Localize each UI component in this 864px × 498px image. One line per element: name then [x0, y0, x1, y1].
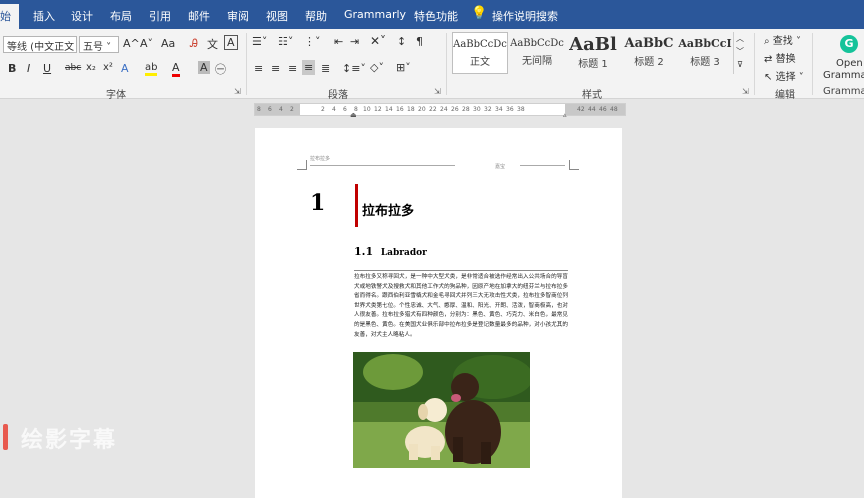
- increase-indent-icon[interactable]: ⇥: [350, 35, 359, 48]
- font-size-select[interactable]: 五号 ˅: [79, 36, 119, 53]
- bold-button[interactable]: B: [8, 62, 16, 75]
- change-case-button[interactable]: Aa: [161, 37, 175, 50]
- search-icon: ⌕: [764, 36, 770, 47]
- tab-mailings[interactable]: 邮件: [188, 8, 210, 24]
- enclose-characters-button[interactable]: ㊀: [215, 61, 226, 77]
- header-right-text: 嘉宝: [495, 164, 506, 170]
- tab-special-features[interactable]: 特色功能: [414, 8, 458, 24]
- select-button[interactable]: ↖ 选择 ˅: [764, 68, 804, 83]
- tab-layout[interactable]: 布局: [110, 8, 132, 24]
- align-center-icon[interactable]: ≡: [271, 62, 280, 75]
- styles-dialog-launcher-icon[interactable]: ⇲: [742, 87, 749, 96]
- tab-help[interactable]: 帮助: [305, 8, 327, 24]
- grammarly-group-label: Grammarly: [823, 86, 864, 97]
- font-name-select[interactable]: 等线 (中文正文: [3, 36, 77, 53]
- grow-font-button[interactable]: A^: [123, 37, 140, 50]
- style-no-spacing[interactable]: AaBbCcDc 无间隔: [509, 32, 565, 74]
- justify-icon[interactable]: ≡: [302, 60, 316, 75]
- show-marks-icon[interactable]: ¶: [416, 35, 423, 48]
- chapter-number: 1: [310, 190, 326, 216]
- watermark-text: 绘影字幕: [21, 428, 118, 453]
- style-normal[interactable]: AaBbCcDc 正文: [452, 32, 508, 74]
- grammarly-icon[interactable]: G: [840, 35, 858, 53]
- indent-marker-icon[interactable]: ⏏: [350, 111, 357, 119]
- tab-grammarly[interactable]: Grammarly: [344, 8, 406, 21]
- group-divider: [754, 33, 755, 95]
- style-heading-3[interactable]: AaBbCcI 标题 3: [677, 32, 733, 74]
- header-rule: [310, 165, 455, 166]
- tab-view[interactable]: 视图: [266, 8, 288, 24]
- group-divider: [246, 33, 247, 95]
- header-left-text: 拉布拉多: [310, 156, 331, 162]
- character-shading-button[interactable]: A: [198, 61, 210, 74]
- decrease-indent-icon[interactable]: ⇤: [334, 35, 343, 48]
- align-right-icon[interactable]: ≡: [288, 62, 297, 75]
- character-border-button[interactable]: A: [224, 35, 238, 50]
- margin-corner-mark: [569, 160, 579, 170]
- bullets-icon[interactable]: ☰˅: [252, 35, 267, 48]
- sort-icon[interactable]: ↕: [397, 35, 406, 48]
- editing-group-label: 编辑: [775, 90, 795, 101]
- margin-corner-mark: [297, 160, 307, 170]
- font-color-button[interactable]: A: [172, 61, 180, 77]
- chapter-title: 拉布拉多: [362, 204, 415, 219]
- strikethrough-button[interactable]: abc: [65, 63, 81, 73]
- horizontal-ruler[interactable]: 8 6 4 2 2 4 6 8 10 12 14 16 18 20 22 24 …: [254, 103, 626, 119]
- superscript-button[interactable]: x²: [103, 62, 113, 73]
- grammarly-open-label[interactable]: Open: [836, 58, 863, 69]
- numbering-icon[interactable]: ☷˅: [278, 35, 293, 48]
- borders-icon[interactable]: ⊞˅: [396, 61, 411, 74]
- section-heading: 1.1 Labrador: [354, 245, 427, 258]
- watermark-bar: [3, 424, 8, 450]
- grammarly-name-label: Grammarly: [823, 70, 864, 81]
- tab-home[interactable]: 始: [0, 4, 19, 29]
- styles-group-label: 样式: [582, 90, 602, 101]
- highlight-color-button[interactable]: ab: [145, 62, 158, 76]
- replace-icon: ⇄: [764, 54, 773, 65]
- group-divider: [446, 33, 447, 95]
- labrador-photo: [353, 352, 530, 468]
- paragraph-dialog-launcher-icon[interactable]: ⇲: [434, 87, 441, 96]
- lightbulb-icon: 💡: [471, 6, 488, 21]
- shrink-font-button[interactable]: A˅: [140, 37, 153, 50]
- find-button[interactable]: ⌕ 查找 ˅: [764, 32, 801, 47]
- ribbon: 等线 (中文正文 五号 ˅ A^ A˅ Aa Ꭿ 文 A B I U abc x…: [0, 29, 864, 101]
- align-left-icon[interactable]: ≡: [254, 62, 263, 75]
- font-group-label: 字体: [106, 90, 126, 101]
- clear-format-icon[interactable]: Ꭿ: [190, 37, 198, 51]
- phonetic-guide-button[interactable]: 文: [207, 36, 218, 52]
- tell-me-search[interactable]: 操作说明搜索: [492, 8, 558, 24]
- text-effects-button[interactable]: A: [121, 62, 129, 75]
- ribbon-tab-bar: 始 插入 设计 布局 引用 邮件 审阅 视图 帮助 Grammarly 特色功能…: [0, 0, 864, 29]
- tab-review[interactable]: 审阅: [227, 8, 249, 24]
- distributed-icon[interactable]: ≣: [321, 62, 330, 75]
- header-rule: [520, 165, 565, 166]
- shading-icon[interactable]: ◇˅: [370, 61, 384, 74]
- font-dialog-launcher-icon[interactable]: ⇲: [234, 87, 241, 96]
- underline-button[interactable]: U: [43, 62, 51, 75]
- tab-references[interactable]: 引用: [149, 8, 171, 24]
- section-rule: [354, 270, 568, 271]
- body-paragraph: 拉布拉多又称寻回犬，是一种中大型犬类，是非常适合被选作经常出入公共场合的导盲犬或…: [354, 274, 568, 338]
- group-divider: [812, 33, 813, 95]
- document-page[interactable]: 拉布拉多 嘉宝 1 拉布拉多 1.1 Labrador 拉布拉多又称寻回犬，是一…: [255, 128, 622, 498]
- styles-scroll[interactable]: ︿ ﹀ ⊽: [733, 32, 746, 74]
- chapter-accent-bar: [355, 184, 358, 227]
- tab-design[interactable]: 设计: [71, 8, 93, 24]
- right-indent-marker-icon[interactable]: ▵: [563, 111, 567, 119]
- tab-insert[interactable]: 插入: [33, 8, 55, 24]
- cursor-icon: ↖: [764, 72, 773, 83]
- italic-button[interactable]: I: [27, 62, 30, 75]
- subscript-button[interactable]: x₂: [86, 62, 96, 73]
- replace-button[interactable]: ⇄ 替换: [764, 50, 796, 65]
- multilevel-list-icon[interactable]: ⋮˅: [304, 35, 321, 48]
- style-heading-1[interactable]: AaBl 标题 1: [565, 32, 621, 74]
- asian-layout-icon[interactable]: ✕˅: [370, 34, 386, 48]
- style-heading-2[interactable]: AaBbC 标题 2: [621, 32, 677, 74]
- line-spacing-icon[interactable]: ↕≡˅: [342, 62, 366, 75]
- paragraph-group-label: 段落: [328, 90, 348, 101]
